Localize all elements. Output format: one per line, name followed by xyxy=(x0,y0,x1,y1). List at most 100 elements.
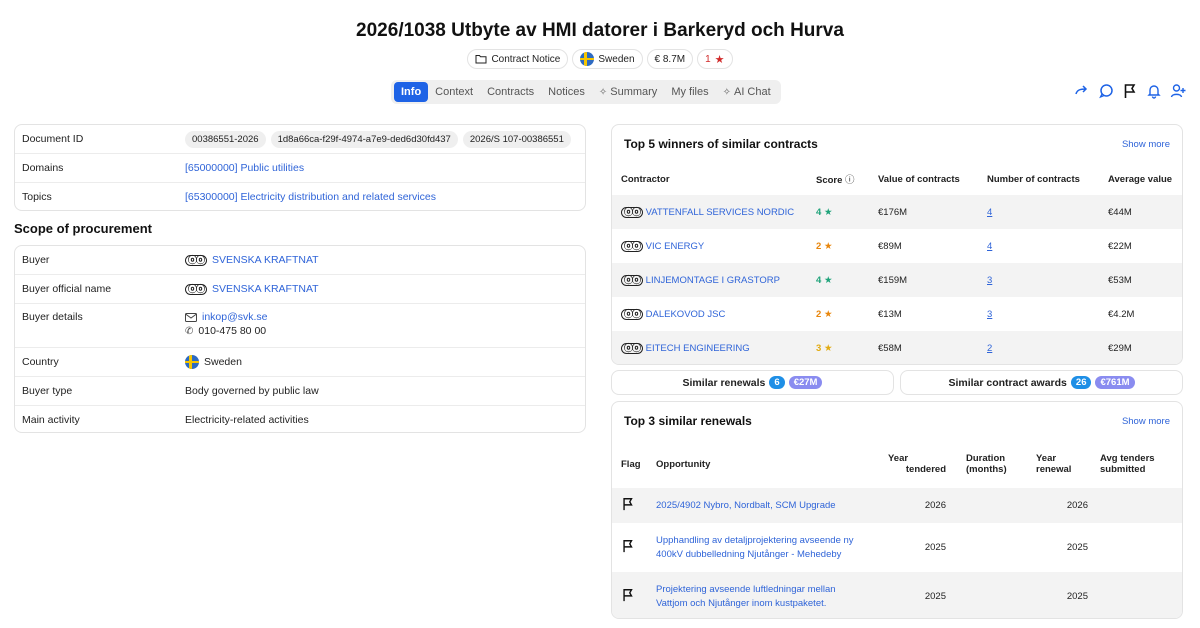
tab-summary[interactable]: ✧ Summary xyxy=(592,82,664,102)
comment-icon[interactable] xyxy=(1098,83,1114,99)
sweden-flag-icon xyxy=(185,355,199,369)
header-actions xyxy=(1074,83,1186,99)
company-logo-icon: ⓞⓞ xyxy=(621,240,644,252)
contract-count-link[interactable]: 2 xyxy=(987,343,992,354)
table-row: ⓞⓞ VIC ENERGY 2 ★ €89M 4 €22M xyxy=(612,229,1182,263)
buyer-type-label: Buyer type xyxy=(22,385,73,397)
star-icon: ★ xyxy=(823,308,833,320)
topics-row: Topics [65300000] Electricity distributi… xyxy=(15,183,585,210)
tab-bar: Info Context Contracts Notices ✧ Summary … xyxy=(391,80,781,104)
company-logo-icon: ⓞⓞ xyxy=(621,342,644,354)
document-id-row: Document ID 00386551-2026 1d8a66ca-f29f-… xyxy=(15,125,585,154)
buyer-row: Buyer ⓞⓞ SVENSKA KRAFTNAT xyxy=(15,246,585,275)
buyer-label: Buyer xyxy=(22,254,50,266)
winners-table: Contractor Score ⓘ Value of contracts Nu… xyxy=(612,163,1182,364)
similar-awards-button[interactable]: Similar contract awards 26 €761M xyxy=(900,370,1183,395)
share-arrow-icon[interactable] xyxy=(1074,83,1090,99)
table-row: ⓞⓞ DALEKOVOD JSC 2 ★ €13M 3 €4.2M xyxy=(612,297,1182,331)
company-logo-icon: ⓞⓞ xyxy=(621,308,644,320)
buyer-details-label: Buyer details xyxy=(22,311,83,323)
awards-value-badge: €761M xyxy=(1095,376,1135,389)
official-name-label: Buyer official name xyxy=(22,283,112,295)
document-id-chip: 2026/S 107-00386551 xyxy=(462,130,571,148)
folder-icon xyxy=(475,55,487,64)
tab-contracts[interactable]: Contracts xyxy=(480,82,541,102)
scope-title: Scope of procurement xyxy=(14,221,152,236)
winners-show-more[interactable]: Show more xyxy=(1122,139,1170,150)
bell-icon[interactable] xyxy=(1146,83,1162,99)
flag-icon[interactable] xyxy=(621,539,635,553)
contractor-link[interactable]: VIC ENERGY xyxy=(646,241,705,252)
similar-renewals-button[interactable]: Similar renewals 6 €27M xyxy=(611,370,894,395)
flag-icon[interactable] xyxy=(621,497,635,511)
tab-info[interactable]: Info xyxy=(394,82,429,102)
notice-type-chip: Contract Notice xyxy=(467,49,569,69)
main-activity-value: Electricity-related activities xyxy=(185,414,309,426)
contractor-link[interactable]: LINJEMONTAGE I GRASTORP xyxy=(646,275,780,286)
tab-notices[interactable]: Notices xyxy=(541,82,592,102)
phone-icon: ✆ xyxy=(185,325,194,337)
add-user-icon[interactable] xyxy=(1170,83,1186,99)
flag-icon[interactable] xyxy=(621,588,635,602)
official-name-row: Buyer official name ⓞⓞ SVENSKA KRAFTNAT xyxy=(15,275,585,304)
main-activity-label: Main activity xyxy=(22,414,80,426)
country-row: Country Sweden xyxy=(15,348,585,377)
country-label: Country xyxy=(22,356,59,368)
opportunity-link[interactable]: 2025/4902 Nybro, Nordbalt, SCM Upgrade xyxy=(656,500,836,511)
country-chip-label: Sweden xyxy=(598,53,635,65)
company-logo-icon: ⓞⓞ xyxy=(621,206,644,218)
rating-chip-label: 1 xyxy=(705,53,711,65)
contractor-link[interactable]: DALEKOVOD JSC xyxy=(646,309,726,320)
table-row: ⓞⓞ EITECH ENGINEERING 3 ★ €58M 2 €29M xyxy=(612,331,1182,364)
star-icon: ★ xyxy=(823,206,833,218)
sparkle-icon: ✧ xyxy=(598,86,608,98)
tab-context[interactable]: Context xyxy=(428,82,480,102)
renewals-count-badge: 6 xyxy=(769,376,785,389)
table-row: 2025/4902 Nybro, Nordbalt, SCM Upgrade 2… xyxy=(612,488,1182,523)
document-id-chip: 00386551-2026 xyxy=(185,130,266,148)
domains-label: Domains xyxy=(22,162,64,174)
flag-icon[interactable] xyxy=(1122,83,1138,99)
opportunity-link[interactable]: Projektering avseende luftledningar mell… xyxy=(656,583,876,611)
phone-value: 010-475 80 00 xyxy=(198,325,267,337)
winners-title: Top 5 winners of similar contracts xyxy=(624,137,818,151)
email-link[interactable]: inkop@svk.se xyxy=(202,311,268,323)
table-header: Flag Opportunity Year tendered Duration (m… xyxy=(621,453,1155,475)
opportunity-link[interactable]: Upphandling av detaljprojektering avseen… xyxy=(656,534,876,562)
table-row: Projektering avseende luftledningar mell… xyxy=(612,572,1182,618)
country-value: Sweden xyxy=(204,356,242,368)
official-name-link[interactable]: SVENSKA KRAFTNAT xyxy=(212,283,319,295)
company-logo-icon: ⓞⓞ xyxy=(185,283,208,295)
rating-chip: 1 ★ xyxy=(697,49,733,69)
star-icon: ★ xyxy=(823,274,833,286)
contract-count-link[interactable]: 4 xyxy=(987,241,992,252)
contract-count-link[interactable]: 3 xyxy=(987,309,992,320)
buyer-link[interactable]: SVENSKA KRAFTNAT xyxy=(212,254,319,266)
renewals-show-more[interactable]: Show more xyxy=(1122,416,1170,427)
topics-label: Topics xyxy=(22,191,52,203)
contractor-link[interactable]: VATTENFALL SERVICES NORDIC xyxy=(646,207,795,218)
domains-link[interactable]: [65000000] Public utilities xyxy=(185,162,304,174)
tab-ai-chat[interactable]: ✧ AI Chat xyxy=(716,82,778,102)
sweden-flag-icon xyxy=(580,52,595,66)
info-icon: ⓘ xyxy=(845,175,855,186)
contract-count-link[interactable]: 3 xyxy=(987,275,992,286)
document-id-label: Document ID xyxy=(22,133,84,145)
renewals-card: Top 3 similar renewals Show more Flag Op… xyxy=(611,401,1183,619)
sparkle-icon: ✧ xyxy=(722,86,731,98)
awards-count-badge: 26 xyxy=(1070,376,1092,389)
document-id-chip: 1d8a66ca-f29f-4974-a7e9-ded6d30fd437 xyxy=(270,130,458,148)
topics-link[interactable]: [65300000] Electricity distribution and … xyxy=(185,191,436,203)
tab-my-files[interactable]: My files xyxy=(664,82,715,102)
domains-row: Domains [65000000] Public utilities xyxy=(15,154,585,183)
contract-count-link[interactable]: 4 xyxy=(987,207,992,218)
renewals-value-badge: €27M xyxy=(788,376,823,389)
table-row: ⓞⓞ VATTENFALL SERVICES NORDIC 4 ★ €176M … xyxy=(612,195,1182,229)
buyer-type-value: Body governed by public law xyxy=(185,385,319,397)
table-row: ⓞⓞ LINJEMONTAGE I GRASTORP 4 ★ €159M 3 €… xyxy=(612,263,1182,297)
contractor-link[interactable]: EITECH ENGINEERING xyxy=(646,343,750,354)
scope-card: Buyer ⓞⓞ SVENSKA KRAFTNAT Buyer official … xyxy=(14,245,586,433)
winners-card: Top 5 winners of similar contracts Show … xyxy=(611,124,1183,365)
page-title: 2026/1038 Utbyte av HMI datorer i Barker… xyxy=(356,20,844,41)
mail-icon xyxy=(185,312,197,322)
